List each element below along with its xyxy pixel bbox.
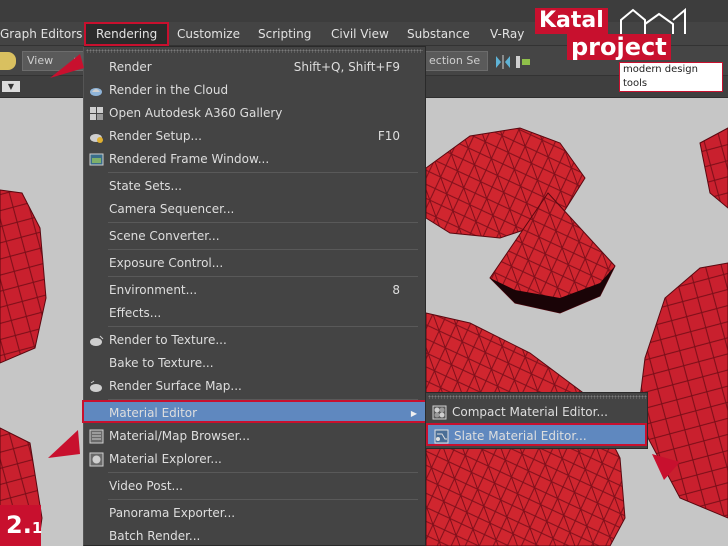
- teapot-texture-icon: [89, 333, 104, 348]
- menu-item-label: Render to Texture...: [109, 333, 227, 347]
- menu-item-label: Video Post...: [109, 479, 183, 493]
- menu-separator: [108, 472, 418, 473]
- menu-item-label: Material Editor: [109, 406, 198, 420]
- step-badge: 2.1: [0, 505, 43, 546]
- submenu-item-compact-material-editor[interactable]: Compact Material Editor...: [426, 401, 647, 424]
- cloud-teapot-icon: [89, 83, 104, 98]
- menu-item-label: Rendered Frame Window...: [109, 152, 270, 166]
- menu-vray[interactable]: V-Ray: [490, 22, 524, 46]
- menu-separator: [108, 276, 418, 277]
- ribbon-dropdown-icon[interactable]: ▼: [2, 81, 20, 92]
- annotation-pointer-slate-editor: [652, 454, 680, 480]
- align-icon[interactable]: [514, 54, 532, 70]
- submenu-item-label: Compact Material Editor...: [452, 405, 608, 419]
- menu-item-effects[interactable]: Effects...: [84, 302, 425, 325]
- menu-item-exposure-control[interactable]: Exposure Control...: [84, 252, 425, 275]
- menu-item-label: Render: [109, 60, 152, 74]
- menu-customize[interactable]: Customize: [177, 22, 240, 46]
- frame-window-icon: [89, 152, 104, 167]
- rendering-menu: Render Shift+Q, Shift+F9 Render in the C…: [82, 46, 427, 546]
- menu-item-panorama-exporter[interactable]: Panorama Exporter...: [84, 502, 425, 525]
- menu-graph-editors[interactable]: Graph Editors: [0, 22, 82, 46]
- menu-item-a360-gallery[interactable]: Open Autodesk A360 Gallery: [84, 102, 425, 125]
- menu-item-render-surface-map[interactable]: Render Surface Map...: [84, 375, 425, 398]
- step-badge-minor: 1: [31, 519, 43, 537]
- teapot-gear-icon: [89, 129, 104, 144]
- menu-scripting[interactable]: Scripting: [258, 22, 311, 46]
- menu-separator: [108, 499, 418, 500]
- material-editor-submenu: Compact Material Editor... Slate Materia…: [425, 392, 648, 449]
- menu-item-label: Exposure Control...: [109, 256, 224, 270]
- menu-item-state-sets[interactable]: State Sets...: [84, 175, 425, 198]
- menu-item-environment[interactable]: Environment... 8: [84, 279, 425, 302]
- snap-tool-icon[interactable]: [0, 52, 16, 70]
- material-explorer-icon: [89, 452, 104, 467]
- katal-project-logo: Katal project modern design tools: [533, 6, 723, 92]
- menu-separator: [108, 249, 418, 250]
- menu-item-label: Render Surface Map...: [109, 379, 242, 393]
- menu-item-label: Panorama Exporter...: [109, 506, 236, 520]
- menu-item-scene-converter[interactable]: Scene Converter...: [84, 225, 425, 248]
- menu-item-label: State Sets...: [109, 179, 182, 193]
- menu-item-video-post[interactable]: Video Post...: [84, 475, 425, 498]
- menu-item-batch-render[interactable]: Batch Render...: [84, 525, 425, 546]
- menu-item-label: Environment...: [109, 283, 198, 297]
- logo-tagline: modern design tools: [619, 62, 723, 92]
- menu-item-render-to-texture[interactable]: Render to Texture...: [84, 329, 425, 352]
- submenu-tearoff-handle[interactable]: [428, 395, 647, 399]
- menu-item-render-cloud[interactable]: Render in the Cloud: [84, 79, 425, 102]
- step-badge-major: 2.: [6, 511, 32, 539]
- annotation-pointer-material-editor: [48, 430, 80, 458]
- menu-separator: [108, 326, 418, 327]
- menu-item-bake-to-texture[interactable]: Bake to Texture...: [84, 352, 425, 375]
- menu-item-label: Camera Sequencer...: [109, 202, 235, 216]
- logo-line-2: project: [567, 34, 671, 60]
- menu-item-camera-sequencer[interactable]: Camera Sequencer...: [84, 198, 425, 221]
- menu-item-label: Batch Render...: [109, 529, 201, 543]
- submenu-item-slate-material-editor[interactable]: Slate Material Editor...: [426, 423, 647, 446]
- menu-item-label: Bake to Texture...: [109, 356, 214, 370]
- menu-item-label: Scene Converter...: [109, 229, 220, 243]
- menu-separator: [108, 172, 418, 173]
- compact-material-icon: [432, 405, 447, 420]
- menu-item-label: Material/Map Browser...: [109, 429, 250, 443]
- gallery-grid-icon: [89, 106, 104, 121]
- house-outline-icon: [620, 7, 686, 34]
- mirror-icon[interactable]: [494, 54, 512, 70]
- submenu-item-label: Slate Material Editor...: [454, 429, 587, 443]
- menu-tearoff-handle[interactable]: [86, 49, 423, 53]
- material-browser-icon: [89, 429, 104, 444]
- menu-item-material-map-browser[interactable]: Material/Map Browser...: [84, 425, 425, 448]
- menu-separator: [108, 222, 418, 223]
- slate-material-icon: [434, 429, 449, 444]
- named-selection-combo[interactable]: ection Se: [424, 51, 488, 71]
- menu-item-shortcut: F10: [377, 129, 400, 143]
- menu-item-label: Render Setup...: [109, 129, 202, 143]
- named-selection-value: ection Se: [429, 54, 481, 67]
- teapot-map-icon: [89, 379, 104, 394]
- menu-item-shortcut: Shift+Q, Shift+F9: [293, 60, 400, 74]
- menu-item-label: Render in the Cloud: [109, 83, 229, 97]
- menu-item-label: Open Autodesk A360 Gallery: [109, 106, 283, 120]
- menu-substance[interactable]: Substance: [407, 22, 470, 46]
- menu-item-shortcut: 8: [392, 283, 400, 297]
- submenu-arrow-icon: ▶: [410, 409, 417, 418]
- menu-item-label: Material Explorer...: [109, 452, 222, 466]
- menu-item-material-editor[interactable]: Material Editor ▶: [82, 400, 427, 423]
- menu-item-render[interactable]: Render Shift+Q, Shift+F9: [84, 56, 425, 79]
- menu-rendering[interactable]: Rendering: [84, 22, 170, 46]
- menu-item-rendered-frame-window[interactable]: Rendered Frame Window...: [84, 148, 425, 171]
- menu-item-label: Effects...: [109, 306, 162, 320]
- logo-line-1: Katal: [535, 8, 608, 34]
- menu-civil-view[interactable]: Civil View: [331, 22, 389, 46]
- menu-item-material-explorer[interactable]: Material Explorer...: [84, 448, 425, 471]
- annotation-pointer-rendering: [50, 54, 84, 78]
- menu-item-render-setup[interactable]: Render Setup... F10: [84, 125, 425, 148]
